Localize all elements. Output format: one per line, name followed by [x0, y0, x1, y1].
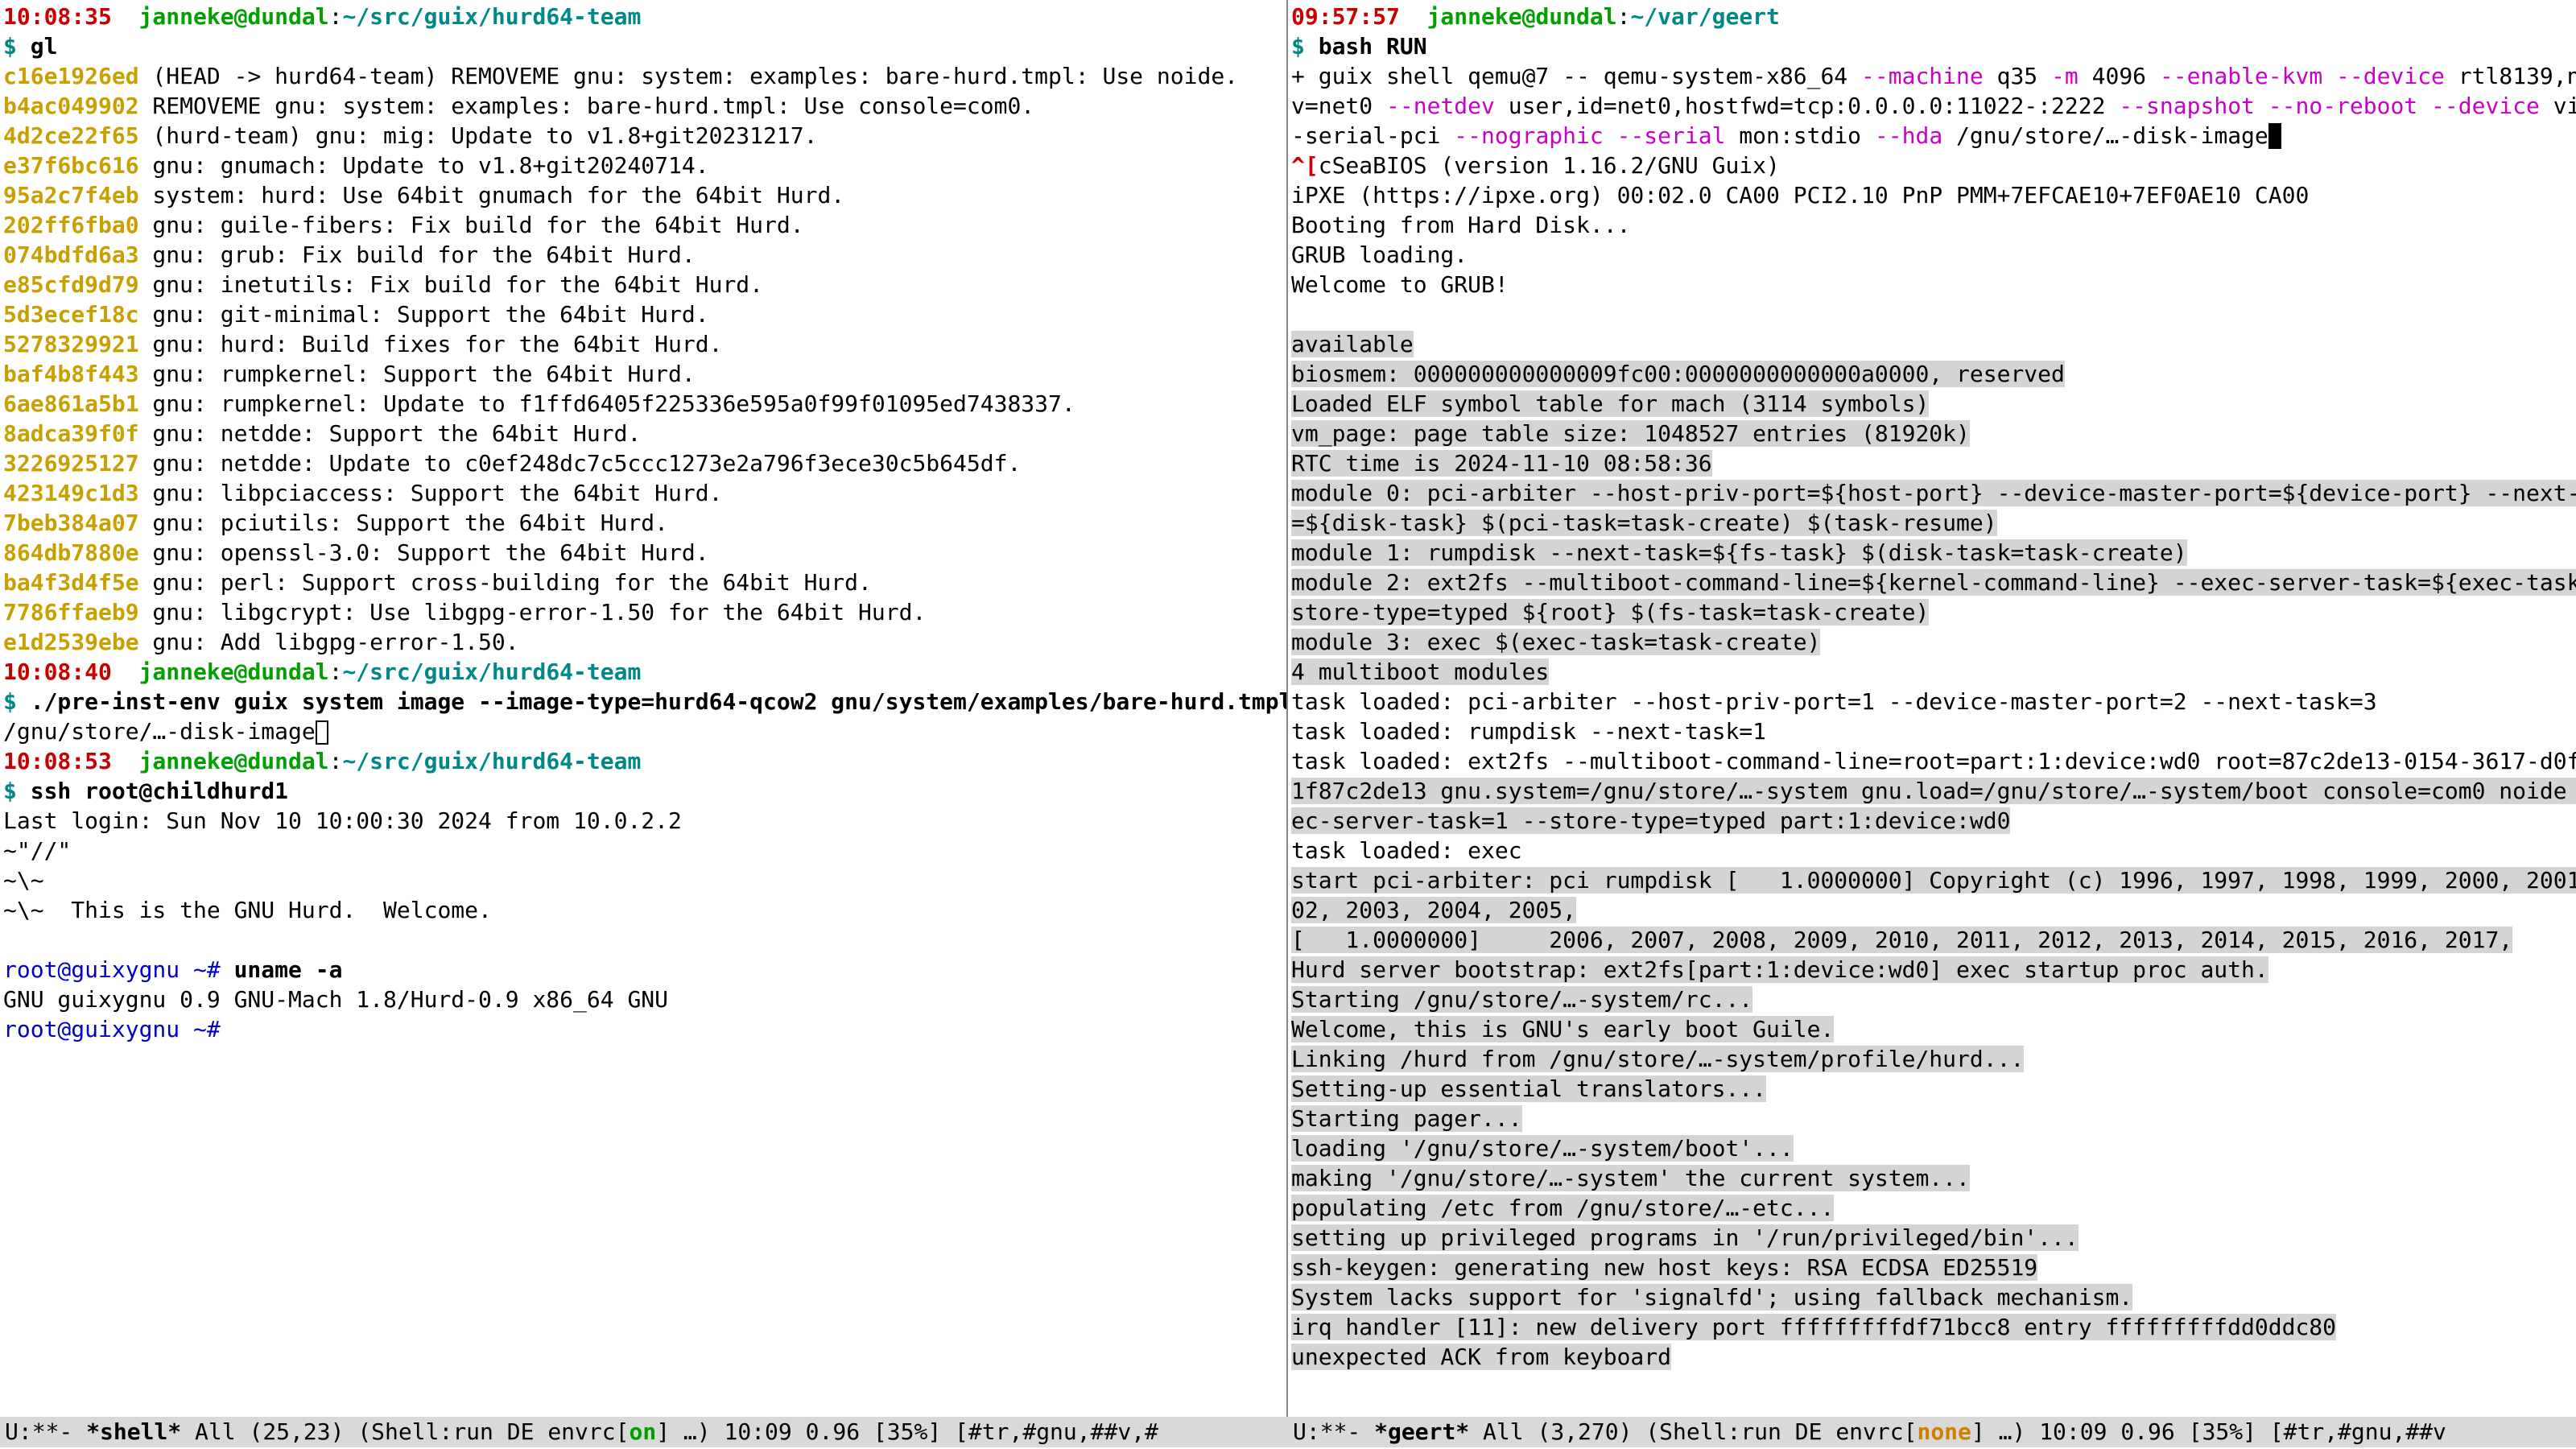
cmd-guix-system-image[interactable]: ./pre-inst-env guix system image --image… — [31, 688, 1288, 715]
cmd-uname[interactable]: uname -a — [234, 956, 343, 983]
cmd-bash-run[interactable]: bash RUN — [1319, 33, 1427, 60]
cmd-gl[interactable]: gl — [31, 33, 58, 60]
cmd-ssh[interactable]: ssh root@childhurd1 — [31, 778, 288, 804]
emacs-modeline: U:**- *shell* All (25,23) (Shell:run DE … — [0, 1417, 2576, 1447]
modeline-right: U:**- *geert* All (3,270) (Shell:run DE … — [1288, 1417, 2576, 1447]
right-pane-geert[interactable]: 09:57:57 janneke@dundal:~/var/geert $ ba… — [1288, 0, 2576, 1417]
cursor — [2268, 123, 2281, 149]
left-pane-shell[interactable]: 10:08:35 janneke@dundal:~/src/guix/hurd6… — [0, 0, 1288, 1417]
hurd-prompt[interactable]: root@guixygnu ~# — [3, 1016, 234, 1042]
modeline-left: U:**- *shell* All (25,23) (Shell:run DE … — [0, 1417, 1288, 1447]
split-terminals: 10:08:35 janneke@dundal:~/src/guix/hurd6… — [0, 0, 2576, 1417]
cursor-box — [316, 720, 328, 745]
